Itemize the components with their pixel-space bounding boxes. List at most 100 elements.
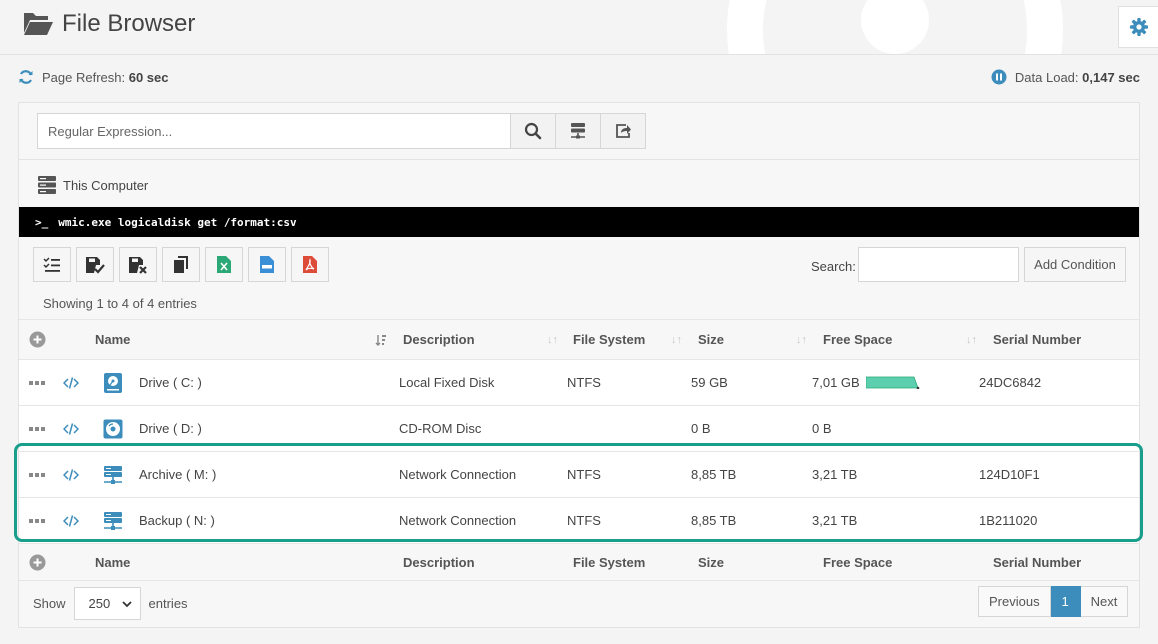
column-header-file-system[interactable]: File System bbox=[573, 320, 645, 359]
page-length-control: Show 250 entries bbox=[33, 587, 188, 620]
sort-icon[interactable]: ↓↑ bbox=[547, 320, 558, 359]
excel-file-icon bbox=[217, 256, 231, 273]
cd-rom-icon bbox=[103, 406, 123, 451]
drive-name[interactable]: Backup ( N: ) bbox=[139, 498, 215, 543]
drive-free-space: 3,21 TB bbox=[812, 467, 858, 482]
refresh-value: 60 sec bbox=[128, 69, 169, 85]
row-menu-icon[interactable] bbox=[29, 406, 45, 451]
column-header-name[interactable]: Name bbox=[95, 320, 130, 359]
column-header-serial-number[interactable]: Serial Number bbox=[993, 320, 1081, 359]
page-title: File Browser bbox=[62, 10, 196, 37]
free-space-bar bbox=[865, 376, 920, 389]
code-icon[interactable] bbox=[63, 406, 79, 451]
drive-free-space: 3,21 TB bbox=[812, 513, 858, 528]
footer-column-file-system: File System bbox=[573, 554, 646, 570]
regex-search-group bbox=[37, 113, 646, 149]
page-header: File Browser bbox=[22, 10, 195, 38]
main-panel: This Computer >_ wmic.exe logicaldisk ge… bbox=[18, 102, 1140, 628]
network-button[interactable] bbox=[556, 113, 601, 149]
free-space-value: 7,01 GB bbox=[812, 375, 860, 390]
add-condition-button[interactable]: Add Condition bbox=[1024, 247, 1126, 282]
drive-name[interactable]: Drive ( C: ) bbox=[139, 360, 202, 405]
sort-asc-icon[interactable] bbox=[375, 320, 387, 359]
table-row[interactable]: Drive ( C: ) Local Fixed Disk NTFS 59 GB… bbox=[19, 359, 1139, 405]
footer-column-serial-number: Serial Number bbox=[993, 554, 1082, 570]
settings-button[interactable] bbox=[1118, 6, 1158, 48]
next-page-button[interactable]: Next bbox=[1080, 586, 1129, 617]
sort-icon[interactable]: ↓↑ bbox=[966, 320, 977, 359]
table-row[interactable]: Archive ( M: ) Network Connection NTFS 8… bbox=[19, 451, 1139, 497]
server-icon bbox=[38, 176, 56, 194]
command-bar: >_ wmic.exe logicaldisk get /format:csv bbox=[19, 207, 1139, 237]
footer-column-name: Name bbox=[95, 554, 131, 570]
table-row[interactable]: Drive ( D: ) CD-ROM Disc 0 B 0 B bbox=[19, 405, 1139, 451]
row-menu-icon[interactable] bbox=[29, 360, 45, 405]
drive-serial-number: 124D10F1 bbox=[979, 467, 1040, 482]
drive-description: Local Fixed Disk bbox=[399, 375, 495, 390]
footer-column-description: Description bbox=[403, 554, 475, 570]
drive-free-space: 0 B bbox=[812, 421, 832, 436]
code-icon[interactable] bbox=[63, 452, 79, 497]
data-load-status[interactable]: Data Load: 0,147 sec bbox=[991, 69, 1140, 85]
sort-icon[interactable]: ↓↑ bbox=[796, 320, 807, 359]
refresh-icon bbox=[19, 70, 33, 84]
drive-name[interactable]: Archive ( M: ) bbox=[139, 452, 216, 497]
table-header-row: Name Description ↓↑ File System ↓↑ Size … bbox=[19, 319, 1139, 359]
drive-file-system: NTFS bbox=[567, 467, 601, 482]
drive-size: 59 GB bbox=[691, 375, 728, 390]
background-decoration bbox=[727, 0, 1063, 54]
code-icon[interactable] bbox=[63, 498, 79, 543]
row-menu-icon[interactable] bbox=[29, 498, 45, 543]
table-row[interactable]: Backup ( N: ) Network Connection NTFS 8,… bbox=[19, 497, 1139, 543]
search-icon bbox=[524, 122, 542, 140]
page-length-select[interactable]: 250 bbox=[73, 587, 141, 620]
pause-icon bbox=[991, 69, 1007, 85]
drive-size: 8,85 TB bbox=[691, 513, 737, 528]
save-remove-icon bbox=[129, 256, 147, 274]
load-label: Data Load: bbox=[1014, 69, 1079, 85]
drive-description: Network Connection bbox=[399, 513, 517, 528]
copy-button[interactable] bbox=[162, 247, 200, 282]
refresh-label: Page Refresh: bbox=[42, 69, 126, 85]
page-button-1[interactable]: 1 bbox=[1050, 586, 1081, 617]
column-header-free-space[interactable]: Free Space bbox=[823, 320, 892, 359]
drive-description: CD-ROM Disc bbox=[399, 421, 482, 436]
export-excel-button[interactable] bbox=[205, 247, 243, 282]
export-pdf-button[interactable] bbox=[291, 247, 329, 282]
previous-page-button[interactable]: Previous bbox=[978, 586, 1051, 617]
page-refresh-status[interactable]: Page Refresh: 60 sec bbox=[18, 69, 169, 85]
share-button[interactable] bbox=[601, 113, 646, 149]
search-button[interactable] bbox=[511, 113, 556, 149]
drive-size: 8,85 TB bbox=[691, 467, 737, 482]
gear-icon bbox=[1129, 18, 1148, 36]
select-columns-button[interactable] bbox=[33, 247, 71, 282]
drive-free-space: 7,01 GB bbox=[812, 360, 920, 405]
folder-open-icon bbox=[24, 13, 53, 35]
drive-file-system: NTFS bbox=[567, 375, 601, 390]
chevron-down-icon bbox=[121, 600, 132, 607]
footer-column-free-space: Free Space bbox=[823, 554, 893, 570]
command-text: wmic.exe logicaldisk get /format:csv bbox=[58, 215, 297, 229]
table-search-input[interactable] bbox=[858, 247, 1019, 282]
info-bar: Page Refresh: 60 sec Data Load: 0,147 se… bbox=[18, 66, 1140, 88]
terminal-prompt-icon: >_ bbox=[35, 215, 49, 229]
save-selection-button[interactable] bbox=[76, 247, 114, 282]
checklist-icon bbox=[43, 256, 60, 272]
breadcrumb[interactable]: This Computer bbox=[37, 175, 148, 195]
show-label: Show bbox=[33, 596, 66, 611]
export-csv-button[interactable] bbox=[248, 247, 286, 282]
sort-icon[interactable]: ↓↑ bbox=[671, 320, 682, 359]
regex-search-input[interactable] bbox=[37, 113, 511, 149]
column-header-description[interactable]: Description bbox=[403, 320, 475, 359]
code-icon[interactable] bbox=[63, 360, 79, 405]
drive-serial-number: 1B211020 bbox=[979, 513, 1038, 528]
hard-drive-icon bbox=[103, 360, 123, 405]
page-length-value: 250 bbox=[88, 596, 111, 611]
expand-all-icon[interactable] bbox=[29, 544, 46, 580]
clear-selection-button[interactable] bbox=[119, 247, 157, 282]
row-menu-icon[interactable] bbox=[29, 452, 45, 497]
drive-name[interactable]: Drive ( D: ) bbox=[139, 406, 202, 451]
column-header-size[interactable]: Size bbox=[698, 320, 724, 359]
expand-all-icon[interactable] bbox=[29, 320, 46, 359]
copy-icon bbox=[174, 255, 188, 273]
